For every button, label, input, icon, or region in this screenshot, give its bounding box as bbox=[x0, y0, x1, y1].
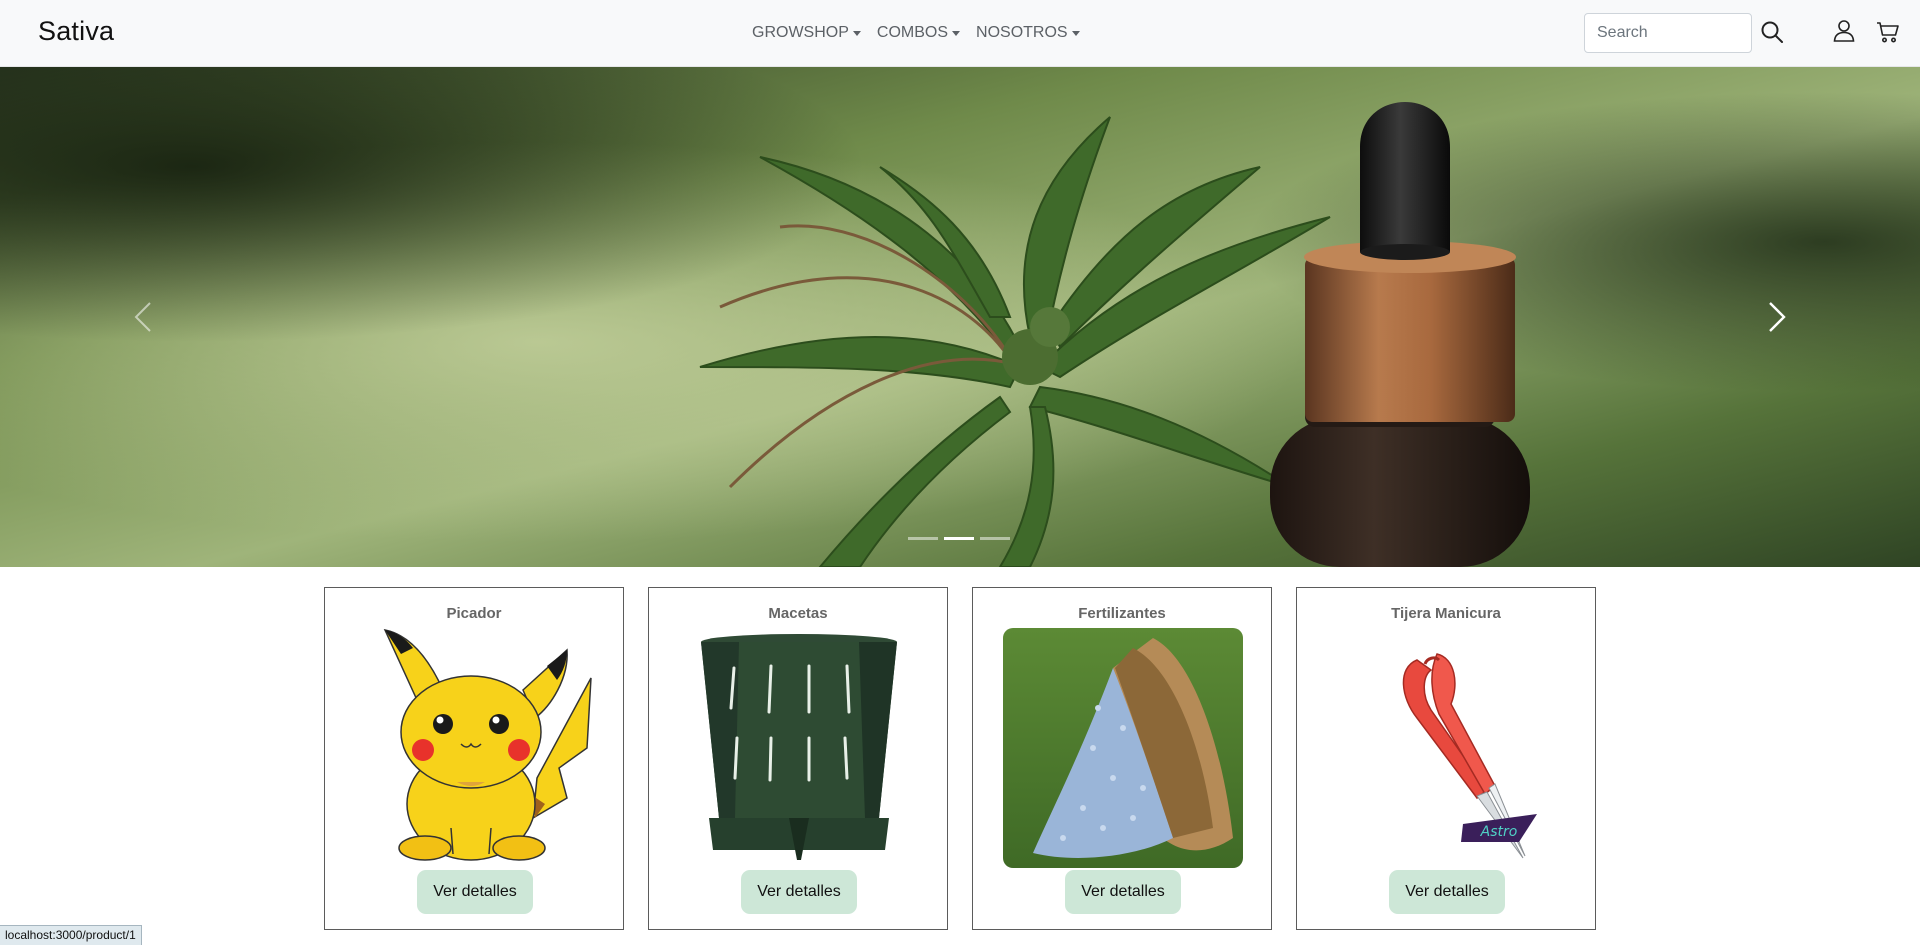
nav-item-growshop[interactable]: GROWSHOP bbox=[752, 24, 861, 42]
carousel-indicators bbox=[908, 537, 1010, 540]
product-title: Tijera Manicura bbox=[1391, 605, 1501, 622]
cart-icon[interactable] bbox=[1876, 20, 1900, 44]
search-icon[interactable] bbox=[1760, 20, 1784, 44]
product-image: Astro bbox=[1327, 628, 1567, 868]
product-card: Tijera Manicura Astro Ver detalles bbox=[1296, 587, 1596, 930]
carousel-indicator-active[interactable] bbox=[944, 537, 974, 540]
caret-down-icon bbox=[1071, 30, 1080, 36]
user-icon[interactable] bbox=[1832, 18, 1856, 42]
hero-carousel bbox=[0, 67, 1920, 567]
product-title: Picador bbox=[446, 605, 502, 622]
product-image bbox=[1003, 628, 1243, 868]
product-image bbox=[679, 628, 919, 868]
nav-item-label: COMBOS bbox=[876, 24, 949, 41]
carousel-prev-button[interactable] bbox=[124, 295, 164, 339]
nav-menu: GROWSHOP COMBOS NOSOTROS bbox=[752, 24, 1080, 42]
nav-item-label: NOSOTROS bbox=[976, 24, 1068, 41]
view-details-button[interactable]: Ver detalles bbox=[1389, 870, 1505, 914]
pikachu-image bbox=[383, 628, 592, 861]
chevron-right-icon bbox=[1769, 302, 1786, 332]
product-title: Fertilizantes bbox=[1078, 605, 1166, 622]
carousel-next-button[interactable] bbox=[1756, 295, 1796, 339]
view-details-button[interactable]: Ver detalles bbox=[417, 870, 533, 914]
nav-item-combos[interactable]: COMBOS bbox=[876, 24, 961, 42]
brand-logo[interactable]: Sativa bbox=[38, 16, 114, 47]
caret-down-icon bbox=[952, 30, 961, 36]
carousel-indicator[interactable] bbox=[980, 537, 1010, 540]
scissors-image: Astro bbox=[1402, 653, 1537, 859]
status-bar-url: localhost:3000/product/1 bbox=[0, 925, 142, 945]
pot-image bbox=[701, 634, 897, 860]
view-details-button[interactable]: Ver detalles bbox=[741, 870, 857, 914]
product-card: Picador Ver detalles bbox=[324, 587, 624, 930]
search-input[interactable] bbox=[1584, 13, 1752, 53]
product-card: Fertilizantes Ver detalles bbox=[972, 587, 1272, 930]
caret-down-icon bbox=[852, 30, 861, 36]
navbar: Sativa GROWSHOP COMBOS NOSOTROS bbox=[0, 0, 1920, 67]
svg-text:Astro: Astro bbox=[1480, 824, 1518, 840]
view-details-button[interactable]: Ver detalles bbox=[1065, 870, 1181, 914]
fertilizer-image bbox=[1003, 628, 1243, 868]
nav-item-label: GROWSHOP bbox=[752, 24, 849, 41]
chevron-left-icon bbox=[134, 302, 151, 332]
product-image bbox=[355, 628, 595, 868]
product-card: Macetas Ver detalles bbox=[648, 587, 948, 930]
product-title: Macetas bbox=[768, 605, 828, 622]
product-grid: Picador Ver detalles Macetas Ver detalle… bbox=[324, 587, 1596, 930]
hero-image bbox=[0, 67, 1920, 567]
nav-item-nosotros[interactable]: NOSOTROS bbox=[976, 24, 1080, 42]
carousel-indicator[interactable] bbox=[908, 537, 938, 540]
